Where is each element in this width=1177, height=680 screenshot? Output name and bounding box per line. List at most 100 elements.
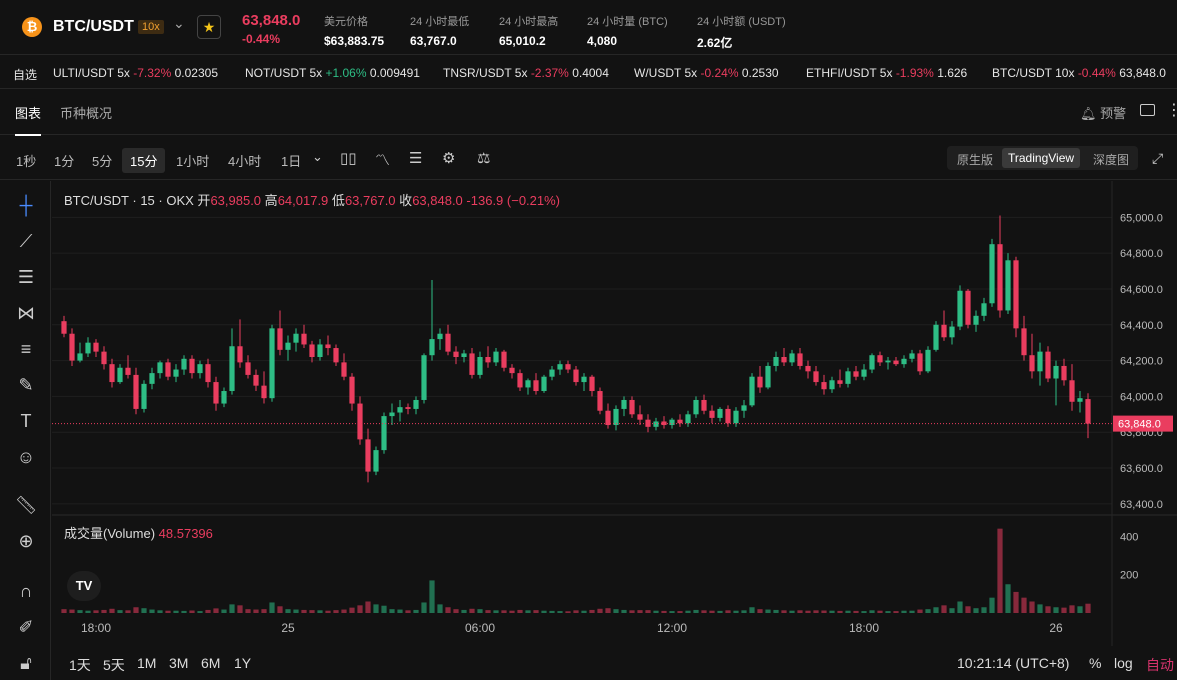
scale-icon[interactable]: ⚖ [477, 149, 490, 167]
candle-body [181, 358, 187, 370]
more-icon[interactable]: ⋮ [1166, 100, 1177, 120]
clock[interactable]: 10:21:14 (UTC+8) [957, 655, 1069, 671]
candle-body [1021, 328, 1027, 356]
candle-body [837, 380, 843, 384]
indicators-icon[interactable]: 〽 [375, 149, 390, 170]
crosshair-icon[interactable]: ┼ [13, 194, 39, 216]
volume-bar [405, 610, 411, 613]
text-icon[interactable]: T [13, 410, 39, 432]
window-icon[interactable] [1140, 104, 1155, 116]
chevron-down-icon[interactable]: ⌄ [173, 15, 185, 32]
view-tradingview[interactable]: TradingView [1002, 148, 1081, 168]
candlestick-chart[interactable]: 63,400.063,600.063,800.064,000.064,200.0… [52, 181, 1177, 646]
auto-toggle[interactable]: 自动 [1146, 655, 1174, 675]
fullscreen-icon[interactable]: ⤢ [1152, 150, 1163, 167]
magnet-icon[interactable]: ∩ [13, 580, 39, 602]
range-6m[interactable]: 6M [201, 655, 220, 671]
range-5d[interactable]: 5天 [103, 655, 125, 675]
candle-body [1005, 260, 1011, 311]
chevron-down-icon[interactable]: ⌄ [312, 149, 323, 165]
pattern-icon[interactable]: ⋈ [13, 302, 39, 324]
candle-body [317, 344, 323, 357]
last-price-tag-label: 63,848.0 [1118, 419, 1161, 431]
ticker-price: 0.02305 [174, 66, 219, 80]
ticker-pair: NOT/USDT 5x [245, 66, 323, 80]
interval-1h[interactable]: 1小时 [176, 151, 209, 170]
ticker-item[interactable]: ETHFI/USDT 5x -1.93% 1.626 [806, 66, 967, 80]
candle-body [965, 290, 971, 325]
settings-gear-icon[interactable]: ⚙ [442, 149, 455, 167]
volume-bar [509, 610, 515, 613]
watchlist-label[interactable]: 自选 [13, 66, 37, 83]
trendline-icon[interactable]: ⟋ [13, 230, 39, 252]
price-tick-label: 64,200.0 [1120, 356, 1163, 368]
ticker-item[interactable]: TNSR/USDT 5x -2.37% 0.4004 [443, 66, 609, 80]
range-1d[interactable]: 1天 [69, 655, 91, 675]
price-change-pct: -0.44% [242, 32, 281, 46]
candle-body [741, 405, 747, 411]
interval-4h[interactable]: 4小时 [228, 151, 261, 170]
ruler-icon[interactable]: 📏︎ [13, 494, 39, 516]
tab-overview[interactable]: 币种概况 [60, 103, 112, 122]
ticker-change: -0.24% [700, 66, 739, 80]
tradingview-logo[interactable]: TV [67, 571, 101, 601]
candle-body [165, 362, 171, 377]
emoji-icon[interactable]: ☺ [13, 446, 39, 468]
candle-body [917, 353, 923, 372]
ticker-change: +1.06% [325, 66, 367, 80]
volume-bar [1085, 603, 1091, 613]
ticker-pair: ETHFI/USDT 5x [806, 66, 893, 80]
view-native[interactable]: 原生版 [957, 151, 993, 168]
ticker-item[interactable]: BTC/USDT 10x -0.44% 63,848.0 [992, 66, 1166, 80]
zoom-in-icon[interactable]: ⊕ [13, 530, 39, 552]
candle-type-icon[interactable]: ▯▯ [340, 149, 357, 167]
interval-1s[interactable]: 1秒 [16, 151, 36, 170]
log-toggle[interactable]: log [1114, 655, 1133, 671]
volume-bar [909, 610, 915, 613]
list-icon[interactable]: ☰ [409, 149, 422, 167]
lock-drawing-icon[interactable]: ✐ [13, 616, 39, 638]
interval-15m[interactable]: 15分 [122, 148, 166, 173]
volume-bar [141, 608, 147, 613]
ticker-item[interactable]: NOT/USDT 5x +1.06% 0.009491 [245, 66, 420, 80]
candle-body [693, 399, 699, 415]
favorite-star-icon[interactable]: ★ [197, 15, 221, 39]
volume-bar [749, 607, 755, 613]
range-1m[interactable]: 1M [137, 655, 156, 671]
ticker-item[interactable]: W/USDT 5x -0.24% 0.2530 [634, 66, 779, 80]
candle-body [413, 399, 419, 409]
ticker-item[interactable]: ULTI/USDT 5x -7.32% 0.02305 [53, 66, 218, 80]
percent-toggle[interactable]: % [1089, 655, 1101, 671]
tab-chart[interactable]: 图表 [15, 103, 42, 136]
alert-button[interactable]: 🔔︎ 预警 [1080, 103, 1126, 122]
volume-bar [925, 609, 931, 613]
last-price: 63,848.0 [242, 12, 301, 29]
volume-bar [173, 610, 179, 613]
range-3m[interactable]: 3M [169, 655, 188, 671]
volume-bar [1061, 607, 1067, 613]
view-depth[interactable]: 深度图 [1093, 151, 1129, 168]
candle-body [797, 353, 803, 366]
candle-body [629, 399, 635, 415]
candle-body [333, 348, 339, 363]
fib-icon[interactable]: ≡ [13, 338, 39, 360]
volume-bar [893, 611, 899, 613]
interval-1d[interactable]: 1日 [281, 151, 301, 170]
candle-body [445, 333, 451, 352]
interval-1m[interactable]: 1分 [54, 151, 74, 170]
candle-body [461, 353, 467, 357]
brush-icon[interactable]: ✎ [13, 374, 39, 396]
candle-body [149, 373, 155, 384]
stat-24h-volume: 24 小时量 (BTC) 4,080 [587, 13, 668, 48]
low-label: 低 [331, 193, 345, 208]
symbol-name[interactable]: BTC/USDT [53, 18, 134, 36]
candle-body [893, 360, 899, 365]
volume-bar [421, 602, 427, 613]
candle-body [941, 324, 947, 338]
interval-5m[interactable]: 5分 [92, 151, 112, 170]
horizontal-lines-icon[interactable]: ☰ [13, 266, 39, 288]
candle-body [949, 326, 955, 338]
volume-bar [325, 610, 331, 613]
candle-body [845, 371, 851, 384]
range-1y[interactable]: 1Y [234, 655, 251, 671]
